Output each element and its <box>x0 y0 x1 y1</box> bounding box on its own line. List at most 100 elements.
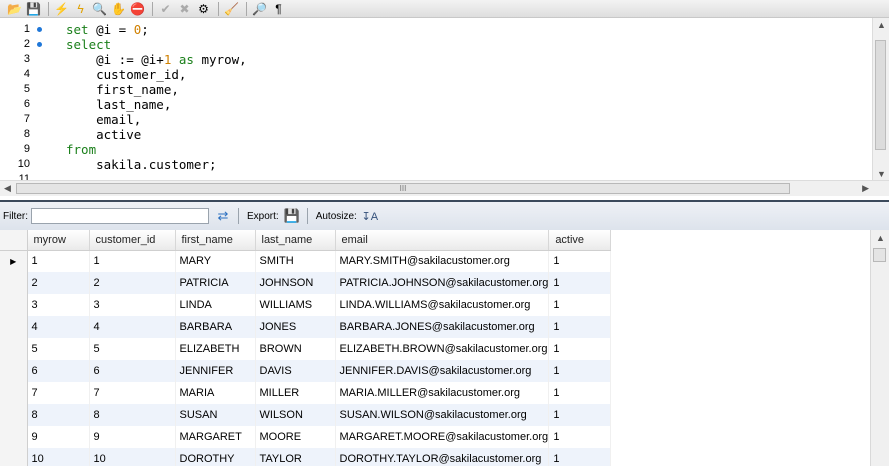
find-icon[interactable]: 🔎 <box>251 1 268 17</box>
table-cell[interactable]: 1 <box>89 250 176 272</box>
table-row[interactable]: 3 3 LINDA WILLIAMS LINDA.WILLIAMS@sakilacust… <box>0 294 612 316</box>
table-cell[interactable]: 8 <box>27 404 90 426</box>
table-cell[interactable]: WILSON <box>255 404 336 426</box>
sql-editor[interactable]: 1 2 3 4 5 6 7 8 9 10 11 set @i = 0; select @i := @… <box>0 18 889 180</box>
scroll-thumb[interactable] <box>875 40 886 150</box>
table-cell[interactable]: MARGARET.MOORE@sakilacustomer.org <box>335 426 550 448</box>
table-cell[interactable]: ELIZABETH <box>175 338 256 360</box>
table-cell[interactable]: BARBARA.JONES@sakilacustomer.org <box>335 316 550 338</box>
table-cell[interactable]: ELIZABETH.BROWN@sakilacustomer.org <box>335 338 550 360</box>
table-cell[interactable]: 1 <box>548 294 612 316</box>
table-cell[interactable]: MARIA.MILLER@sakilacustomer.org <box>335 382 550 404</box>
table-row[interactable]: 5 5 ELIZABETH BROWN ELIZABETH.BROWN@sakilacu… <box>0 338 612 360</box>
table-cell[interactable]: 1 <box>548 250 612 272</box>
table-cell[interactable]: 7 <box>89 382 176 404</box>
table-cell[interactable]: 2 <box>27 272 90 294</box>
table-cell[interactable]: DOROTHY <box>175 448 256 466</box>
explain-icon[interactable]: 🔍 <box>91 1 108 17</box>
table-cell[interactable]: 1 <box>548 426 612 448</box>
table-row[interactable]: 10 10 DOROTHY TAYLOR DOROTHY.TAYLOR@sakilacu… <box>0 448 612 466</box>
table-cell[interactable]: LINDA.WILLIAMS@sakilacustomer.org <box>335 294 550 316</box>
row-header[interactable] <box>0 360 28 382</box>
table-cell[interactable]: MOORE <box>255 426 336 448</box>
table-cell[interactable]: 1 <box>548 404 612 426</box>
scroll-down-icon[interactable]: ▼ <box>877 169 886 179</box>
table-cell[interactable]: 9 <box>27 426 90 448</box>
table-cell[interactable]: 10 <box>89 448 176 466</box>
row-header[interactable] <box>0 338 28 360</box>
table-cell[interactable]: 4 <box>27 316 90 338</box>
save-icon[interactable]: 💾 <box>25 1 42 17</box>
table-row[interactable]: 7 7 MARIA MILLER MARIA.MILLER@sakilacustomer… <box>0 382 612 404</box>
table-cell[interactable]: 1 <box>548 382 612 404</box>
scroll-right-icon[interactable]: ▶ <box>862 183 869 194</box>
filter-input[interactable] <box>31 208 209 224</box>
beautify-icon[interactable]: 🧹 <box>223 1 240 17</box>
table-cell[interactable]: MARY.SMITH@sakilacustomer.org <box>335 250 550 272</box>
table-cell[interactable]: 2 <box>89 272 176 294</box>
invisibles-icon[interactable]: ¶ <box>270 1 287 17</box>
error-stop-icon[interactable]: ⛔ <box>129 1 146 17</box>
column-header-customer-id[interactable]: customer_id <box>89 230 176 251</box>
table-cell[interactable]: 9 <box>89 426 176 448</box>
scroll-left-icon[interactable]: ◀ <box>4 183 11 194</box>
column-header-myrow[interactable]: myrow <box>27 230 90 251</box>
table-cell[interactable]: JOHNSON <box>255 272 336 294</box>
table-row[interactable]: 4 4 BARBARA JONES BARBARA.JONES@sakilacustom… <box>0 316 612 338</box>
row-header[interactable] <box>0 294 28 316</box>
commit-icon[interactable]: ✔ <box>157 1 174 17</box>
table-cell[interactable]: 1 <box>27 250 90 272</box>
row-header[interactable] <box>0 316 28 338</box>
table-cell[interactable]: 1 <box>548 338 612 360</box>
table-cell[interactable]: DOROTHY.TAYLOR@sakilacustomer.org <box>335 448 550 466</box>
row-header[interactable] <box>0 272 28 294</box>
scroll-up-icon[interactable]: ▲ <box>877 20 886 30</box>
table-cell[interactable]: 1 <box>548 448 612 466</box>
table-cell[interactable]: 1 <box>548 272 612 294</box>
editor-horizontal-scrollbar[interactable]: ◀ III ▶ <box>0 180 889 196</box>
autosize-icon[interactable]: ↧A <box>360 207 380 225</box>
table-cell[interactable]: BROWN <box>255 338 336 360</box>
table-cell[interactable]: 5 <box>27 338 90 360</box>
table-cell[interactable]: 6 <box>89 360 176 382</box>
table-row[interactable]: ▶ 1 1 MARY SMITH MARY.SMITH@sakilacustomer.or… <box>0 250 612 272</box>
open-file-icon[interactable]: 📂 <box>6 1 23 17</box>
autocommit-icon[interactable]: ⚙ <box>195 1 212 17</box>
row-header[interactable] <box>0 382 28 404</box>
table-cell[interactable]: 3 <box>89 294 176 316</box>
table-cell[interactable]: 1 <box>548 360 612 382</box>
export-icon[interactable]: 💾 <box>282 207 302 225</box>
row-header[interactable] <box>0 448 28 466</box>
table-cell[interactable]: 10 <box>27 448 90 466</box>
table-cell[interactable]: WILLIAMS <box>255 294 336 316</box>
table-row[interactable]: 8 8 SUSAN WILSON SUSAN.WILSON@sakilacustomer… <box>0 404 612 426</box>
grid-vertical-scrollbar[interactable]: ▲ <box>870 230 889 466</box>
table-row[interactable]: 6 6 JENNIFER DAVIS JENNIFER.DAVIS@sakilacust… <box>0 360 612 382</box>
table-cell[interactable]: MARY <box>175 250 256 272</box>
table-cell[interactable]: PATRICIA <box>175 272 256 294</box>
table-cell[interactable]: PATRICIA.JOHNSON@sakilacustomer.org <box>335 272 550 294</box>
table-cell[interactable]: 4 <box>89 316 176 338</box>
table-cell[interactable]: TAYLOR <box>255 448 336 466</box>
editor-vertical-scrollbar[interactable]: ▲ ▼ <box>872 18 889 181</box>
table-cell[interactable]: JENNIFER.DAVIS@sakilacustomer.org <box>335 360 550 382</box>
scroll-thumb[interactable]: III <box>16 183 790 194</box>
execute-current-icon[interactable]: ϟ <box>72 1 89 17</box>
table-row[interactable]: 9 9 MARGARET MOORE MARGARET.MOORE@sakilacust… <box>0 426 612 448</box>
scroll-up-icon[interactable]: ▲ <box>876 233 885 243</box>
table-cell[interactable]: MARGARET <box>175 426 256 448</box>
table-cell[interactable]: JENNIFER <box>175 360 256 382</box>
stop-icon[interactable]: ✋ <box>110 1 127 17</box>
column-header-active[interactable]: active <box>548 230 612 251</box>
table-cell[interactable]: SUSAN.WILSON@sakilacustomer.org <box>335 404 550 426</box>
rollback-icon[interactable]: ✖ <box>176 1 193 17</box>
table-cell[interactable]: 3 <box>27 294 90 316</box>
table-cell[interactable]: 6 <box>27 360 90 382</box>
scroll-thumb[interactable] <box>873 248 886 262</box>
column-header-first-name[interactable]: first_name <box>175 230 256 251</box>
execute-icon[interactable]: ⚡ <box>53 1 70 17</box>
row-header[interactable] <box>0 404 28 426</box>
table-cell[interactable]: 5 <box>89 338 176 360</box>
row-header[interactable]: ▶ <box>0 250 28 272</box>
table-cell[interactable]: DAVIS <box>255 360 336 382</box>
